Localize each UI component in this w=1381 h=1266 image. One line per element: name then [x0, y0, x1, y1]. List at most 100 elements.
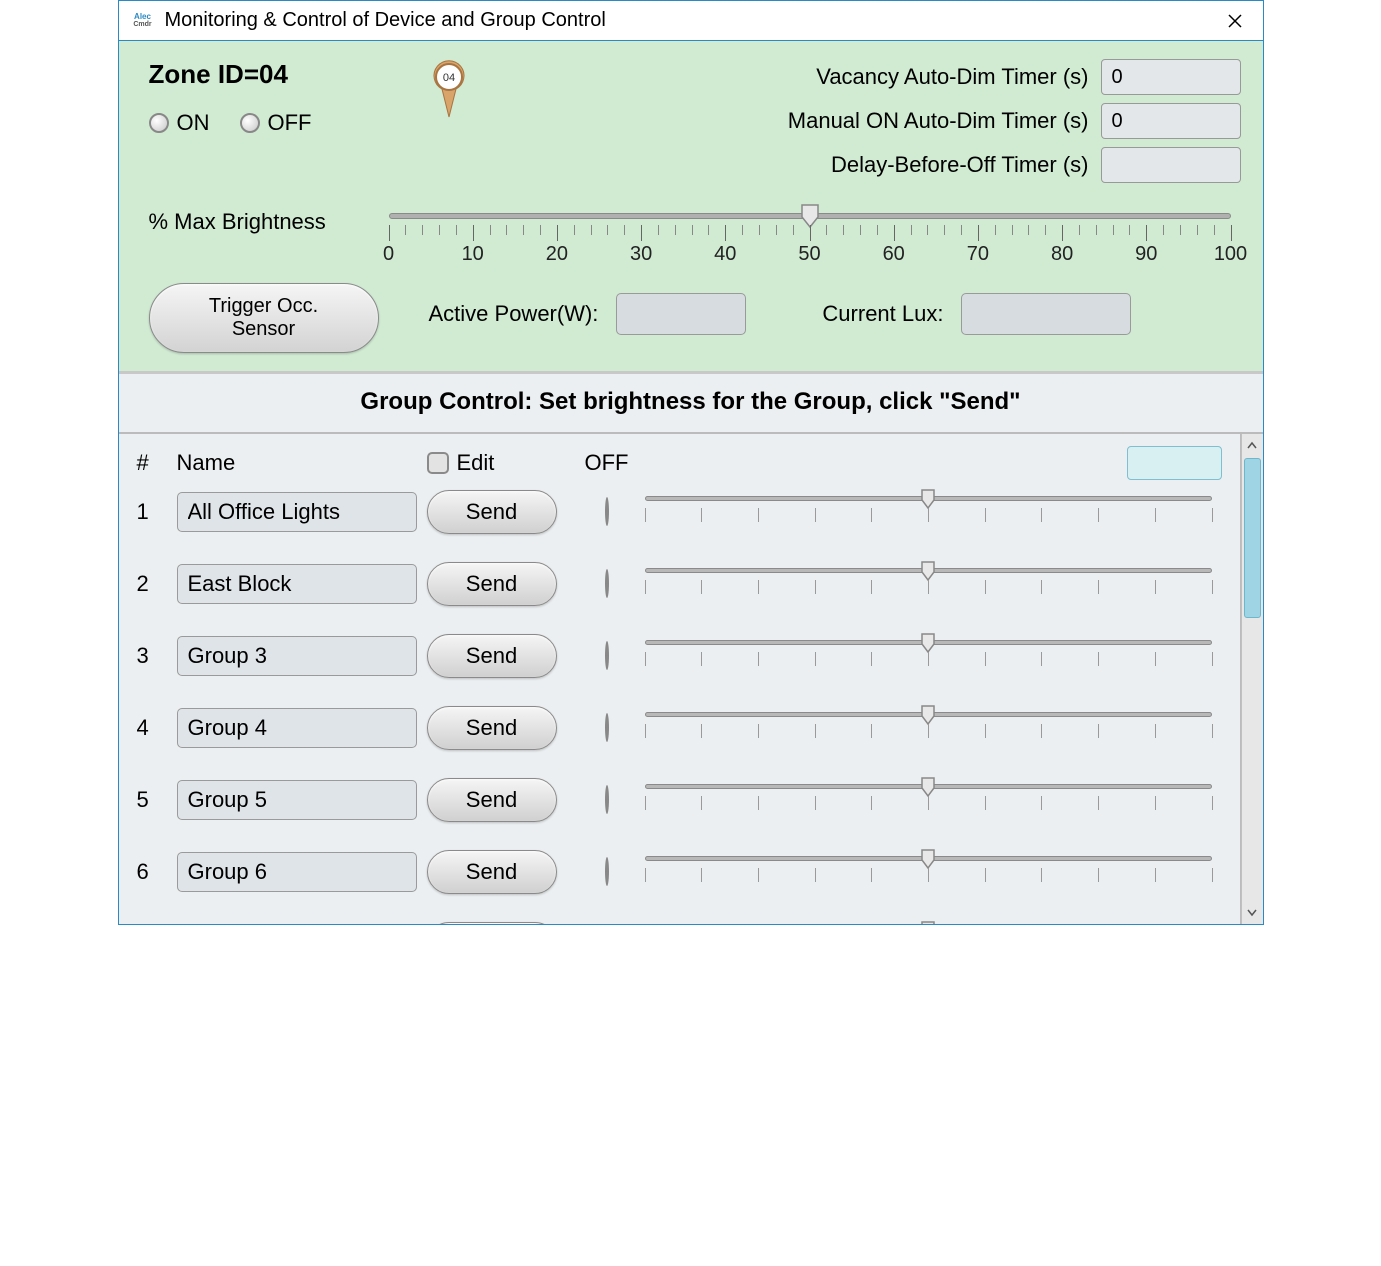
- vacancy-timer-input[interactable]: [1101, 59, 1241, 95]
- app-icon: Alec Cmdr: [127, 5, 159, 37]
- slider-thumb[interactable]: [920, 704, 936, 726]
- manual-timer-input[interactable]: [1101, 103, 1241, 139]
- zone-off-radio[interactable]: OFF: [240, 110, 312, 136]
- pin-label: 04: [442, 72, 454, 84]
- tick-label: 100: [1214, 243, 1247, 266]
- tick-label: 30: [630, 243, 652, 266]
- send-button[interactable]: Send: [427, 634, 557, 678]
- group-name-input[interactable]: [177, 708, 417, 748]
- app-icon-line2: Cmdr: [133, 21, 151, 29]
- group-brightness-slider[interactable]: [645, 922, 1212, 924]
- group-brightness-slider[interactable]: [645, 562, 1212, 606]
- group-name-input[interactable]: [177, 492, 417, 532]
- tick-label: 90: [1135, 243, 1157, 266]
- group-off-radio[interactable]: [605, 787, 609, 813]
- group-row: 7Send: [137, 922, 1222, 924]
- group-brightness-slider[interactable]: [645, 778, 1212, 822]
- send-button[interactable]: Send: [427, 562, 557, 606]
- main-window: Alec Cmdr Monitoring & Control of Device…: [118, 0, 1264, 925]
- slider-thumb[interactable]: [920, 560, 936, 582]
- edit-label: Edit: [457, 450, 495, 476]
- slider-ticks: [645, 724, 1212, 742]
- group-brightness-slider[interactable]: [645, 850, 1212, 894]
- send-button[interactable]: Send: [427, 922, 557, 924]
- group-name-input[interactable]: [177, 852, 417, 892]
- group-row-num: 2: [137, 571, 177, 597]
- tick-label: 70: [967, 243, 989, 266]
- group-off-radio[interactable]: [605, 571, 609, 597]
- group-list: # Name Edit OFF 1Send2Send3Send4Send5Sen…: [119, 434, 1241, 924]
- zone-panel: Zone ID=04 ON OFF: [119, 41, 1263, 374]
- brightness-label: % Max Brightness: [149, 205, 389, 235]
- active-power-value: [616, 293, 746, 335]
- vertical-scrollbar[interactable]: [1241, 434, 1263, 924]
- close-icon: [1228, 14, 1242, 28]
- zone-on-radio[interactable]: ON: [149, 110, 210, 136]
- scroll-thumb[interactable]: [1244, 458, 1261, 618]
- trigger-btn-line2: Sensor: [232, 318, 295, 341]
- chevron-down-icon: [1247, 909, 1257, 917]
- zone-on-label: ON: [177, 110, 210, 136]
- col-name: Name: [177, 450, 427, 476]
- group-row: 1 Send: [137, 490, 1222, 534]
- group-top-indicator: [1127, 446, 1222, 480]
- send-button[interactable]: Send: [427, 850, 557, 894]
- trigger-occ-sensor-button[interactable]: Trigger Occ. Sensor: [149, 283, 379, 353]
- group-brightness-slider[interactable]: [645, 706, 1212, 750]
- send-button[interactable]: Send: [427, 706, 557, 750]
- group-name-input[interactable]: [177, 780, 417, 820]
- current-lux-label: Current Lux:: [822, 301, 943, 327]
- tick-label: 60: [883, 243, 905, 266]
- close-button[interactable]: [1215, 6, 1255, 36]
- chevron-up-icon: [1247, 441, 1257, 449]
- titlebar: Alec Cmdr Monitoring & Control of Device…: [119, 1, 1263, 41]
- slider-thumb[interactable]: [920, 632, 936, 654]
- group-row: 2 Send: [137, 562, 1222, 606]
- current-lux-value: [961, 293, 1131, 335]
- radio-icon: [605, 785, 609, 814]
- group-row-num: 3: [137, 643, 177, 669]
- group-off-radio[interactable]: [605, 643, 609, 669]
- tick-label: 50: [798, 243, 820, 266]
- group-off-radio[interactable]: [605, 859, 609, 885]
- group-row: 5 Send: [137, 778, 1222, 822]
- vacancy-timer-label: Vacancy Auto-Dim Timer (s): [816, 64, 1088, 90]
- edit-checkbox[interactable]: [427, 452, 449, 474]
- slider-ticks: [645, 508, 1212, 526]
- group-row-num: 1: [137, 499, 177, 525]
- slider-thumb[interactable]: [920, 488, 936, 510]
- radio-icon: [605, 857, 609, 886]
- group-off-radio[interactable]: [605, 499, 609, 525]
- slider-thumb[interactable]: [920, 920, 936, 924]
- radio-icon: [240, 113, 260, 133]
- slider-ticks: [645, 868, 1212, 886]
- group-name-input[interactable]: [177, 564, 417, 604]
- scroll-down-button[interactable]: [1242, 902, 1263, 924]
- tick-label: 40: [714, 243, 736, 266]
- manual-timer-label: Manual ON Auto-Dim Timer (s): [788, 108, 1089, 134]
- slider-thumb[interactable]: [920, 848, 936, 870]
- group-body-wrap: # Name Edit OFF 1Send2Send3Send4Send5Sen…: [119, 432, 1263, 924]
- tick-label: 20: [546, 243, 568, 266]
- send-button[interactable]: Send: [427, 778, 557, 822]
- group-brightness-slider[interactable]: [645, 634, 1212, 678]
- group-brightness-slider[interactable]: [645, 490, 1212, 534]
- active-power-label: Active Power(W):: [429, 301, 599, 327]
- group-name-input[interactable]: [177, 636, 417, 676]
- send-button[interactable]: Send: [427, 490, 557, 534]
- tick-label: 80: [1051, 243, 1073, 266]
- scroll-up-button[interactable]: [1242, 434, 1263, 456]
- group-row-num: 5: [137, 787, 177, 813]
- group-off-radio[interactable]: [605, 715, 609, 741]
- col-num: #: [137, 450, 177, 476]
- slider-thumb[interactable]: [920, 776, 936, 798]
- slider-ticks: [389, 225, 1231, 245]
- group-control-header: Group Control: Set brightness for the Gr…: [119, 374, 1263, 432]
- window-title: Monitoring & Control of Device and Group…: [165, 9, 1215, 32]
- radio-icon: [149, 113, 169, 133]
- group-row: 4Send: [137, 706, 1222, 750]
- tick-label: 0: [383, 243, 394, 266]
- delay-timer-input[interactable]: [1101, 147, 1241, 183]
- trigger-btn-line1: Trigger Occ.: [209, 295, 318, 318]
- brightness-slider[interactable]: 0102030405060708090100: [389, 205, 1231, 275]
